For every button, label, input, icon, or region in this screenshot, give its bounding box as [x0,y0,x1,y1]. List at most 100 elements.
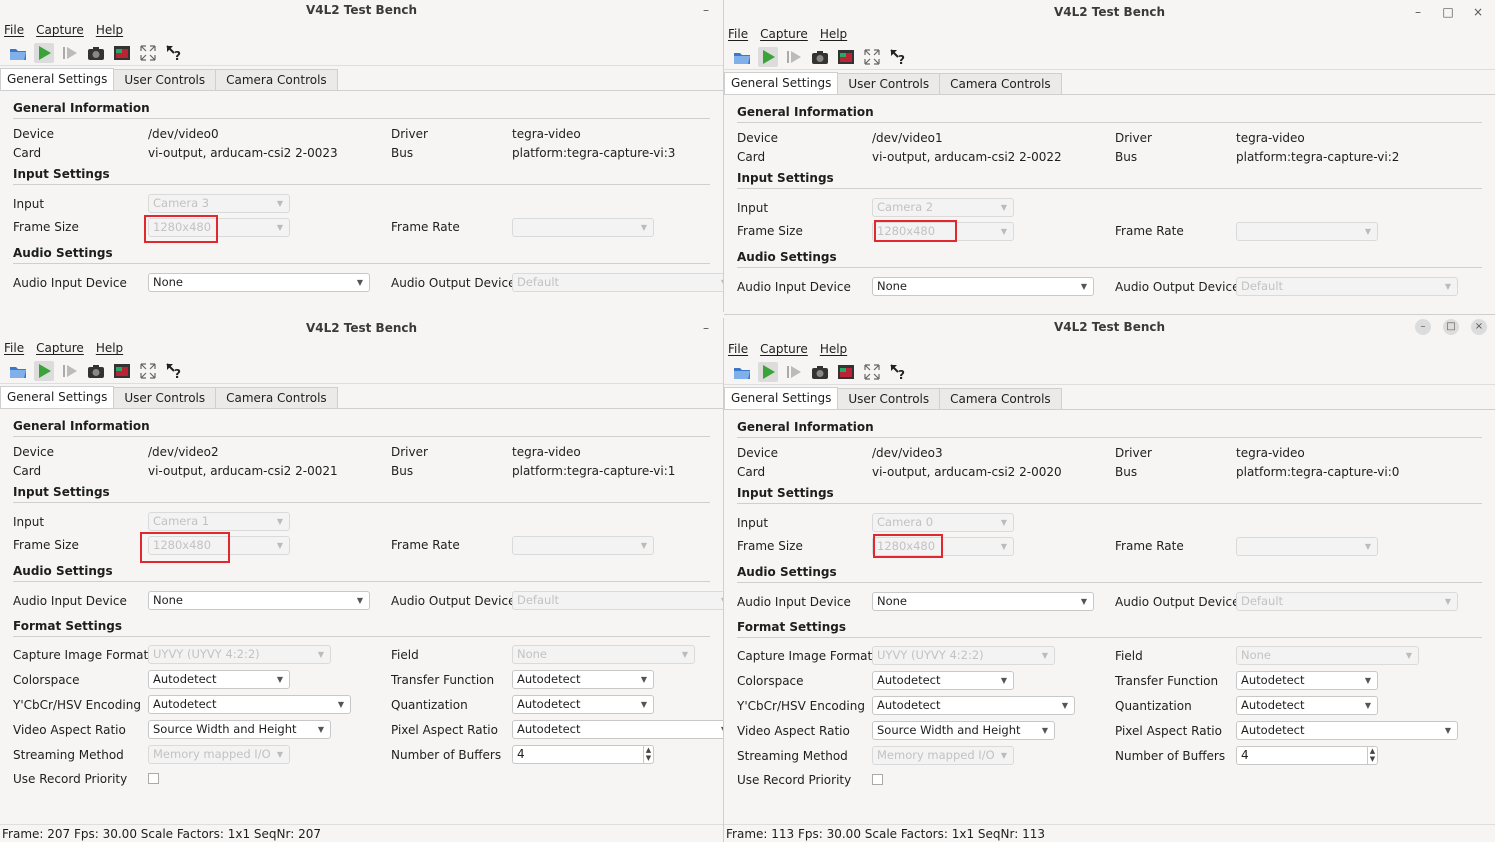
step-icon[interactable] [784,362,804,382]
minimize-icon[interactable]: – [697,0,715,20]
play-icon[interactable] [34,42,54,63]
frame-rate-select[interactable]: ▼ [1236,537,1378,556]
tab-camera-controls[interactable]: Camera Controls [939,388,1062,409]
step-icon[interactable] [784,47,804,67]
ycbcr-encoding-select[interactable]: Autodetect ▼ [148,695,351,714]
frame-rate-select[interactable]: ▼ [512,218,654,237]
tab-general-settings[interactable]: General Settings [724,72,839,94]
audio-output-select[interactable]: Default▼ [512,591,723,610]
transfer-function-select[interactable]: Autodetect ▼ [1236,671,1378,690]
tab-camera-controls[interactable]: Camera Controls [939,73,1062,94]
maximize-icon[interactable]: □ [1443,319,1459,335]
menu-file[interactable]: File [728,27,748,41]
play-icon[interactable] [758,46,778,67]
close-icon[interactable]: × [1471,319,1487,335]
open-icon[interactable] [732,47,752,67]
tab-camera-controls[interactable]: Camera Controls [215,387,338,408]
whats-this-icon[interactable]: ? [164,361,184,381]
menu-help[interactable]: Help [820,27,847,41]
fullscreen-icon[interactable] [138,361,158,381]
video-aspect-select[interactable]: Source Width and Height ▼ [148,720,331,739]
audio-output-select[interactable]: Default▼ [1236,592,1458,611]
menu-file[interactable]: File [4,341,24,355]
tab-user-controls[interactable]: User Controls [113,69,217,90]
frame-size-select[interactable]: 1280x480 ▼ [148,218,290,237]
audio-input-select[interactable]: None ▼ [148,273,370,292]
fullscreen-icon[interactable] [862,362,882,382]
record-priority-checkbox[interactable] [872,774,883,785]
tab-user-controls[interactable]: User Controls [837,388,941,409]
menu-capture[interactable]: Capture [36,341,84,355]
whats-this-icon[interactable]: ? [888,47,908,67]
fullscreen-icon[interactable] [862,47,882,67]
input-select[interactable]: Camera 2 ▼ [872,198,1014,217]
snapshot-icon[interactable] [810,362,830,382]
audio-output-select[interactable]: Default▼ [1236,277,1458,296]
fullscreen-icon[interactable] [138,43,158,63]
menu-file[interactable]: File [4,23,24,37]
field-select[interactable]: None ▼ [512,645,695,664]
input-select[interactable]: Camera 0 ▼ [872,513,1014,532]
audio-output-select[interactable]: Default▼ [512,273,723,292]
input-select[interactable]: Camera 1 ▼ [148,512,290,531]
menu-file[interactable]: File [728,342,748,356]
spin-arrows-icon[interactable]: ▲ ▼ [1367,747,1377,764]
menu-help[interactable]: Help [96,341,123,355]
frame-size-select[interactable]: 1280x480 ▼ [872,537,1014,556]
menu-help[interactable]: Help [96,23,123,37]
audio-input-select[interactable]: None ▼ [148,591,370,610]
quantization-select[interactable]: Autodetect ▼ [1236,696,1378,715]
open-icon[interactable] [732,362,752,382]
menu-capture[interactable]: Capture [36,23,84,37]
play-icon[interactable] [34,360,54,381]
tab-general-settings[interactable]: General Settings [724,387,839,409]
capture-formats-select[interactable]: UYVY (UYVY 4:2:2) ▼ [872,646,1055,665]
snapshot-icon[interactable] [86,361,106,381]
pixel-aspect-select[interactable]: Autodetect▼ [1236,721,1458,740]
maximize-icon[interactable]: □ [1439,0,1457,24]
frame-size-select[interactable]: 1280x480 ▼ [872,222,1014,241]
quantization-select[interactable]: Autodetect ▼ [512,695,654,714]
snapshot-icon[interactable] [86,43,106,63]
close-icon[interactable]: × [1469,0,1487,24]
minimize-icon[interactable]: – [697,318,715,338]
spin-arrows-icon[interactable]: ▲ ▼ [643,746,653,763]
minimize-icon[interactable]: – [1409,0,1427,24]
tab-camera-controls[interactable]: Camera Controls [215,69,338,90]
transfer-function-select[interactable]: Autodetect ▼ [512,670,654,689]
video-window-icon[interactable] [836,362,856,382]
video-window-icon[interactable] [112,361,132,381]
frame-rate-select[interactable]: ▼ [512,536,654,555]
step-icon[interactable] [60,43,80,63]
capture-formats-select[interactable]: UYVY (UYVY 4:2:2) ▼ [148,645,331,664]
video-window-icon[interactable] [112,43,132,63]
video-aspect-select[interactable]: Source Width and Height ▼ [872,721,1055,740]
pixel-aspect-select[interactable]: Autodetect▼ [512,720,723,739]
streaming-method-select[interactable]: Memory mapped I/O ▼ [148,745,290,764]
field-select[interactable]: None ▼ [1236,646,1419,665]
input-select[interactable]: Camera 3 ▼ [148,194,290,213]
step-icon[interactable] [60,361,80,381]
menu-help[interactable]: Help [820,342,847,356]
colorspace-select[interactable]: Autodetect ▼ [872,671,1014,690]
video-window-icon[interactable] [836,47,856,67]
ycbcr-encoding-select[interactable]: Autodetect ▼ [872,696,1075,715]
whats-this-icon[interactable]: ? [164,43,184,63]
menu-capture[interactable]: Capture [760,27,808,41]
tab-user-controls[interactable]: User Controls [837,73,941,94]
whats-this-icon[interactable]: ? [888,362,908,382]
buffers-spinbox[interactable]: 4 ▲ ▼ [1236,746,1378,765]
play-icon[interactable] [758,361,778,382]
snapshot-icon[interactable] [810,47,830,67]
open-icon[interactable] [8,361,28,381]
tab-general-settings[interactable]: General Settings [0,68,115,90]
open-icon[interactable] [8,43,28,63]
colorspace-select[interactable]: Autodetect ▼ [148,670,290,689]
frame-size-select[interactable]: 1280x480 ▼ [148,536,290,555]
tab-user-controls[interactable]: User Controls [113,387,217,408]
audio-input-select[interactable]: None ▼ [872,592,1094,611]
audio-input-select[interactable]: None ▼ [872,277,1094,296]
frame-rate-select[interactable]: ▼ [1236,222,1378,241]
buffers-spinbox[interactable]: 4 ▲ ▼ [512,745,654,764]
menu-capture[interactable]: Capture [760,342,808,356]
